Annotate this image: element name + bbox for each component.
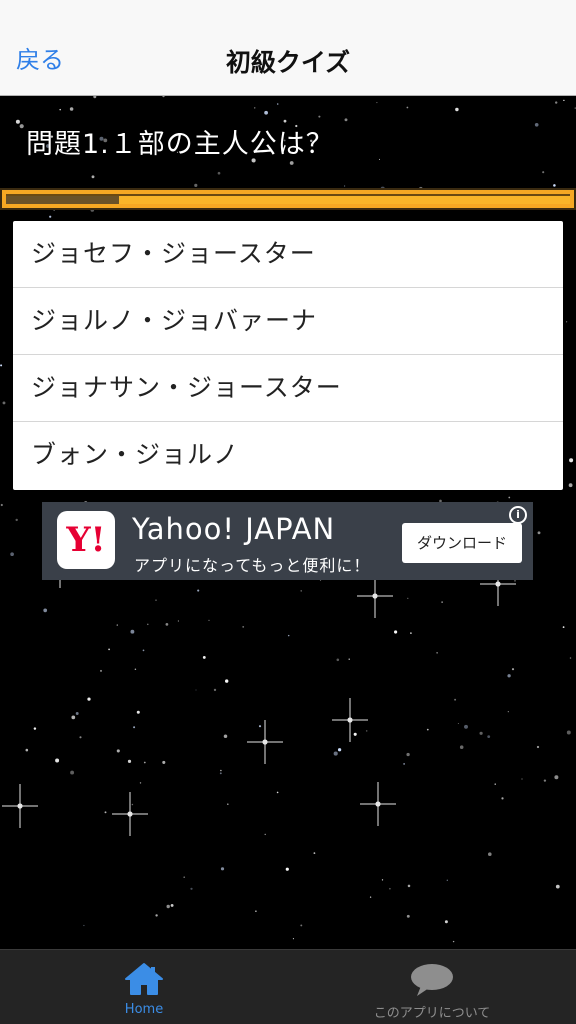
ad-subtitle: アプリになってもっと便利に！ <box>134 556 371 575</box>
home-icon <box>124 962 164 1000</box>
tab-about-label: このアプリについて <box>373 1006 491 1021</box>
quiz-screen: 戻る 初級クイズ 問題1.１部の主人公は？ ジョセフ・ジョースター ジョルノ・ジ… <box>0 0 576 1024</box>
ad-title: Yahoo! JAPAN <box>132 512 336 546</box>
answer-list: ジョセフ・ジョースター ジョルノ・ジョバァーナ ジョナサン・ジョースター ブォン… <box>13 221 563 490</box>
answer-option-2[interactable]: ジョルノ・ジョバァーナ <box>13 288 563 355</box>
page-title: 初級クイズ <box>225 48 351 77</box>
answer-option-3[interactable]: ジョナサン・ジョースター <box>13 355 563 422</box>
ad-banner[interactable]: Y! Yahoo! JAPAN アプリになってもっと便利に！ ダウンロード i <box>42 502 533 580</box>
tab-home[interactable]: Home <box>0 950 288 1024</box>
answer-option-4[interactable]: ブォン・ジョルノ <box>13 422 563 490</box>
quiz-progress-bar <box>0 188 576 210</box>
progress-fill <box>6 196 119 204</box>
navigation-bar: 戻る 初級クイズ <box>0 0 576 96</box>
ad-info-icon[interactable]: i <box>509 506 527 524</box>
ad-logo-text: Y! <box>66 520 106 560</box>
tab-about-app[interactable]: このアプリについて <box>288 950 576 1024</box>
tab-home-label: Home <box>124 1002 164 1017</box>
progress-track-inner <box>6 194 570 204</box>
ad-download-button[interactable]: ダウンロード <box>402 523 522 563</box>
yahoo-logo-icon: Y! <box>57 511 115 569</box>
answer-option-1[interactable]: ジョセフ・ジョースター <box>13 221 563 288</box>
question-text: 問題1.１部の主人公は？ <box>26 129 334 160</box>
speech-bubble-icon <box>409 962 455 1002</box>
tab-bar: Home このアプリについて <box>0 949 576 1024</box>
